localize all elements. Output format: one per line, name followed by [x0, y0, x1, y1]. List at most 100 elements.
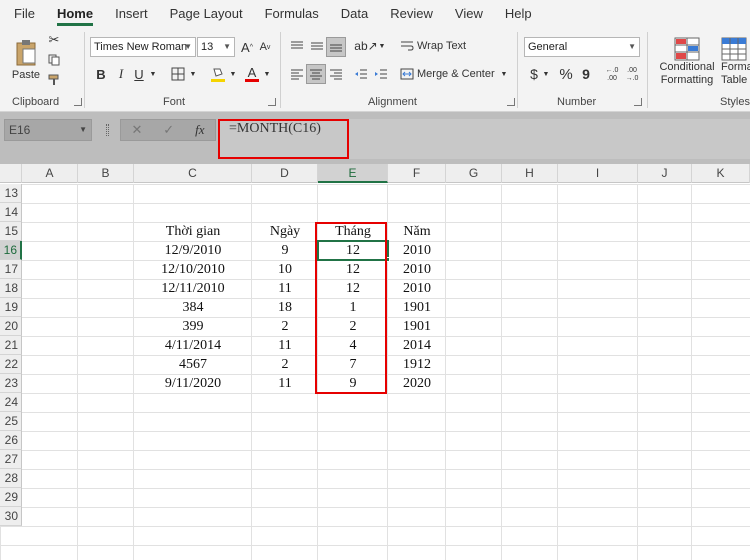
column-header-c[interactable]: C	[134, 164, 252, 183]
tab-file[interactable]: File	[14, 0, 35, 28]
font-color-button[interactable]: A	[242, 64, 262, 84]
column-header-e[interactable]: E	[318, 164, 388, 183]
column-header-i[interactable]: I	[558, 164, 638, 183]
cell-f20[interactable]: 1901	[388, 317, 446, 336]
row-header-25[interactable]: 25	[0, 412, 22, 431]
merge-center-button[interactable]: Merge & Center	[400, 65, 500, 83]
borders-button[interactable]	[168, 64, 188, 84]
cell-d20[interactable]: 2	[252, 317, 318, 336]
tab-data[interactable]: Data	[341, 0, 368, 28]
column-header-b[interactable]: B	[78, 164, 134, 183]
percent-button[interactable]: %	[557, 65, 575, 83]
cell-d19[interactable]: 18	[252, 298, 318, 317]
row-header-17[interactable]: 17	[0, 260, 22, 279]
formula-bar-grip-icon[interactable]	[106, 124, 109, 136]
row-header-22[interactable]: 22	[0, 355, 22, 374]
cell-f23[interactable]: 2020	[388, 374, 446, 393]
row-header-29[interactable]: 29	[0, 488, 22, 507]
font-name-select[interactable]: Times New Roman ▼	[90, 37, 196, 57]
increase-indent-button[interactable]	[372, 65, 390, 83]
cut-icon[interactable]: ✂	[46, 32, 62, 48]
cell-c18[interactable]: 12/11/2010	[134, 279, 252, 298]
row-header-26[interactable]: 26	[0, 431, 22, 450]
paste-button[interactable]: Paste	[8, 32, 44, 88]
row-header-19[interactable]: 19	[0, 298, 22, 317]
fill-color-button[interactable]	[208, 64, 228, 84]
align-right-button[interactable]	[327, 65, 345, 83]
row-header-16[interactable]: 16	[0, 241, 22, 260]
fill-color-dropdown-icon[interactable]: ▼	[228, 64, 238, 84]
conditional-formatting-button[interactable]: Conditional Formatting	[655, 32, 719, 92]
column-header-j[interactable]: J	[638, 164, 692, 183]
cell-d16[interactable]: 9	[252, 241, 318, 260]
select-all-corner[interactable]	[0, 164, 22, 183]
column-header-g[interactable]: G	[446, 164, 502, 183]
underline-button[interactable]: U	[130, 64, 148, 84]
decrease-decimal-button[interactable]: .00 →.0	[624, 65, 640, 85]
wrap-text-button[interactable]: Wrap Text	[400, 37, 470, 55]
tab-insert[interactable]: Insert	[115, 0, 148, 28]
cell-d17[interactable]: 10	[252, 260, 318, 279]
align-center-button[interactable]	[306, 64, 326, 84]
column-header-f[interactable]: F	[388, 164, 446, 183]
alignment-launcher-icon[interactable]	[507, 98, 515, 106]
cell-f17[interactable]: 2010	[388, 260, 446, 279]
enter-icon[interactable]: ✓	[163, 122, 174, 138]
font-color-dropdown-icon[interactable]: ▼	[262, 64, 272, 84]
currency-button[interactable]: $	[527, 65, 541, 83]
italic-button[interactable]: I	[112, 64, 130, 84]
cell-d18[interactable]: 11	[252, 279, 318, 298]
align-middle-button[interactable]	[308, 37, 326, 55]
row-header-28[interactable]: 28	[0, 469, 22, 488]
cell-c17[interactable]: 12/10/2010	[134, 260, 252, 279]
cell-c21[interactable]: 4/11/2014	[134, 336, 252, 355]
tab-view[interactable]: View	[455, 0, 483, 28]
merge-dropdown-icon[interactable]: ▼	[500, 65, 508, 83]
tab-formulas[interactable]: Formulas	[265, 0, 319, 28]
tab-page-layout[interactable]: Page Layout	[170, 0, 243, 28]
row-header-24[interactable]: 24	[0, 393, 22, 412]
cell-d22[interactable]: 2	[252, 355, 318, 374]
name-box[interactable]: E16 ▼	[4, 119, 92, 141]
cell-f18[interactable]: 2010	[388, 279, 446, 298]
cell-c16[interactable]: 12/9/2010	[134, 241, 252, 260]
row-header-30[interactable]: 30	[0, 507, 22, 526]
row-header-14[interactable]: 14	[0, 203, 22, 222]
copy-icon[interactable]	[46, 52, 62, 68]
row-header-13[interactable]: 13	[0, 184, 22, 203]
cell-c19[interactable]: 384	[134, 298, 252, 317]
cell-f22[interactable]: 1912	[388, 355, 446, 374]
column-header-a[interactable]: A	[22, 164, 78, 183]
align-top-button[interactable]	[288, 37, 306, 55]
number-format-select[interactable]: General ▼	[524, 37, 640, 57]
row-header-27[interactable]: 27	[0, 450, 22, 469]
row-header-18[interactable]: 18	[0, 279, 22, 298]
format-painter-icon[interactable]	[46, 72, 62, 88]
column-header-d[interactable]: D	[252, 164, 318, 183]
cancel-icon[interactable]: ✕	[131, 122, 142, 138]
header-cell-c[interactable]: Thời gian	[134, 222, 252, 241]
row-header-23[interactable]: 23	[0, 374, 22, 393]
header-cell-f[interactable]: Năm	[388, 222, 446, 241]
underline-dropdown-icon[interactable]: ▼	[148, 64, 158, 84]
align-left-button[interactable]	[288, 65, 306, 83]
borders-dropdown-icon[interactable]: ▼	[188, 64, 198, 84]
row-header-21[interactable]: 21	[0, 336, 22, 355]
row-header-20[interactable]: 20	[0, 317, 22, 336]
align-bottom-button[interactable]	[326, 37, 346, 57]
column-header-h[interactable]: H	[502, 164, 558, 183]
worksheet-grid[interactable]: 13 14 15 16 17 18 19 20 21 22 23 24 25 26 27 28 29 30 Thờ…	[0, 184, 750, 560]
comma-style-button[interactable]: 9	[578, 65, 594, 83]
number-launcher-icon[interactable]	[634, 98, 642, 106]
header-cell-d[interactable]: Ngày	[252, 222, 318, 241]
row-header-15[interactable]: 15	[0, 222, 22, 241]
insert-function-icon[interactable]: fx	[195, 122, 204, 138]
cell-f16[interactable]: 2010	[388, 241, 446, 260]
tab-home[interactable]: Home	[56, 0, 94, 28]
cell-f19[interactable]: 1901	[388, 298, 446, 317]
cell-c22[interactable]: 4567	[134, 355, 252, 374]
cell-f21[interactable]: 2014	[388, 336, 446, 355]
format-as-table-button[interactable]: Forma Table	[721, 32, 750, 92]
font-size-select[interactable]: 13 ▼	[197, 37, 235, 57]
orientation-dropdown-icon[interactable]: ▼	[378, 37, 386, 55]
